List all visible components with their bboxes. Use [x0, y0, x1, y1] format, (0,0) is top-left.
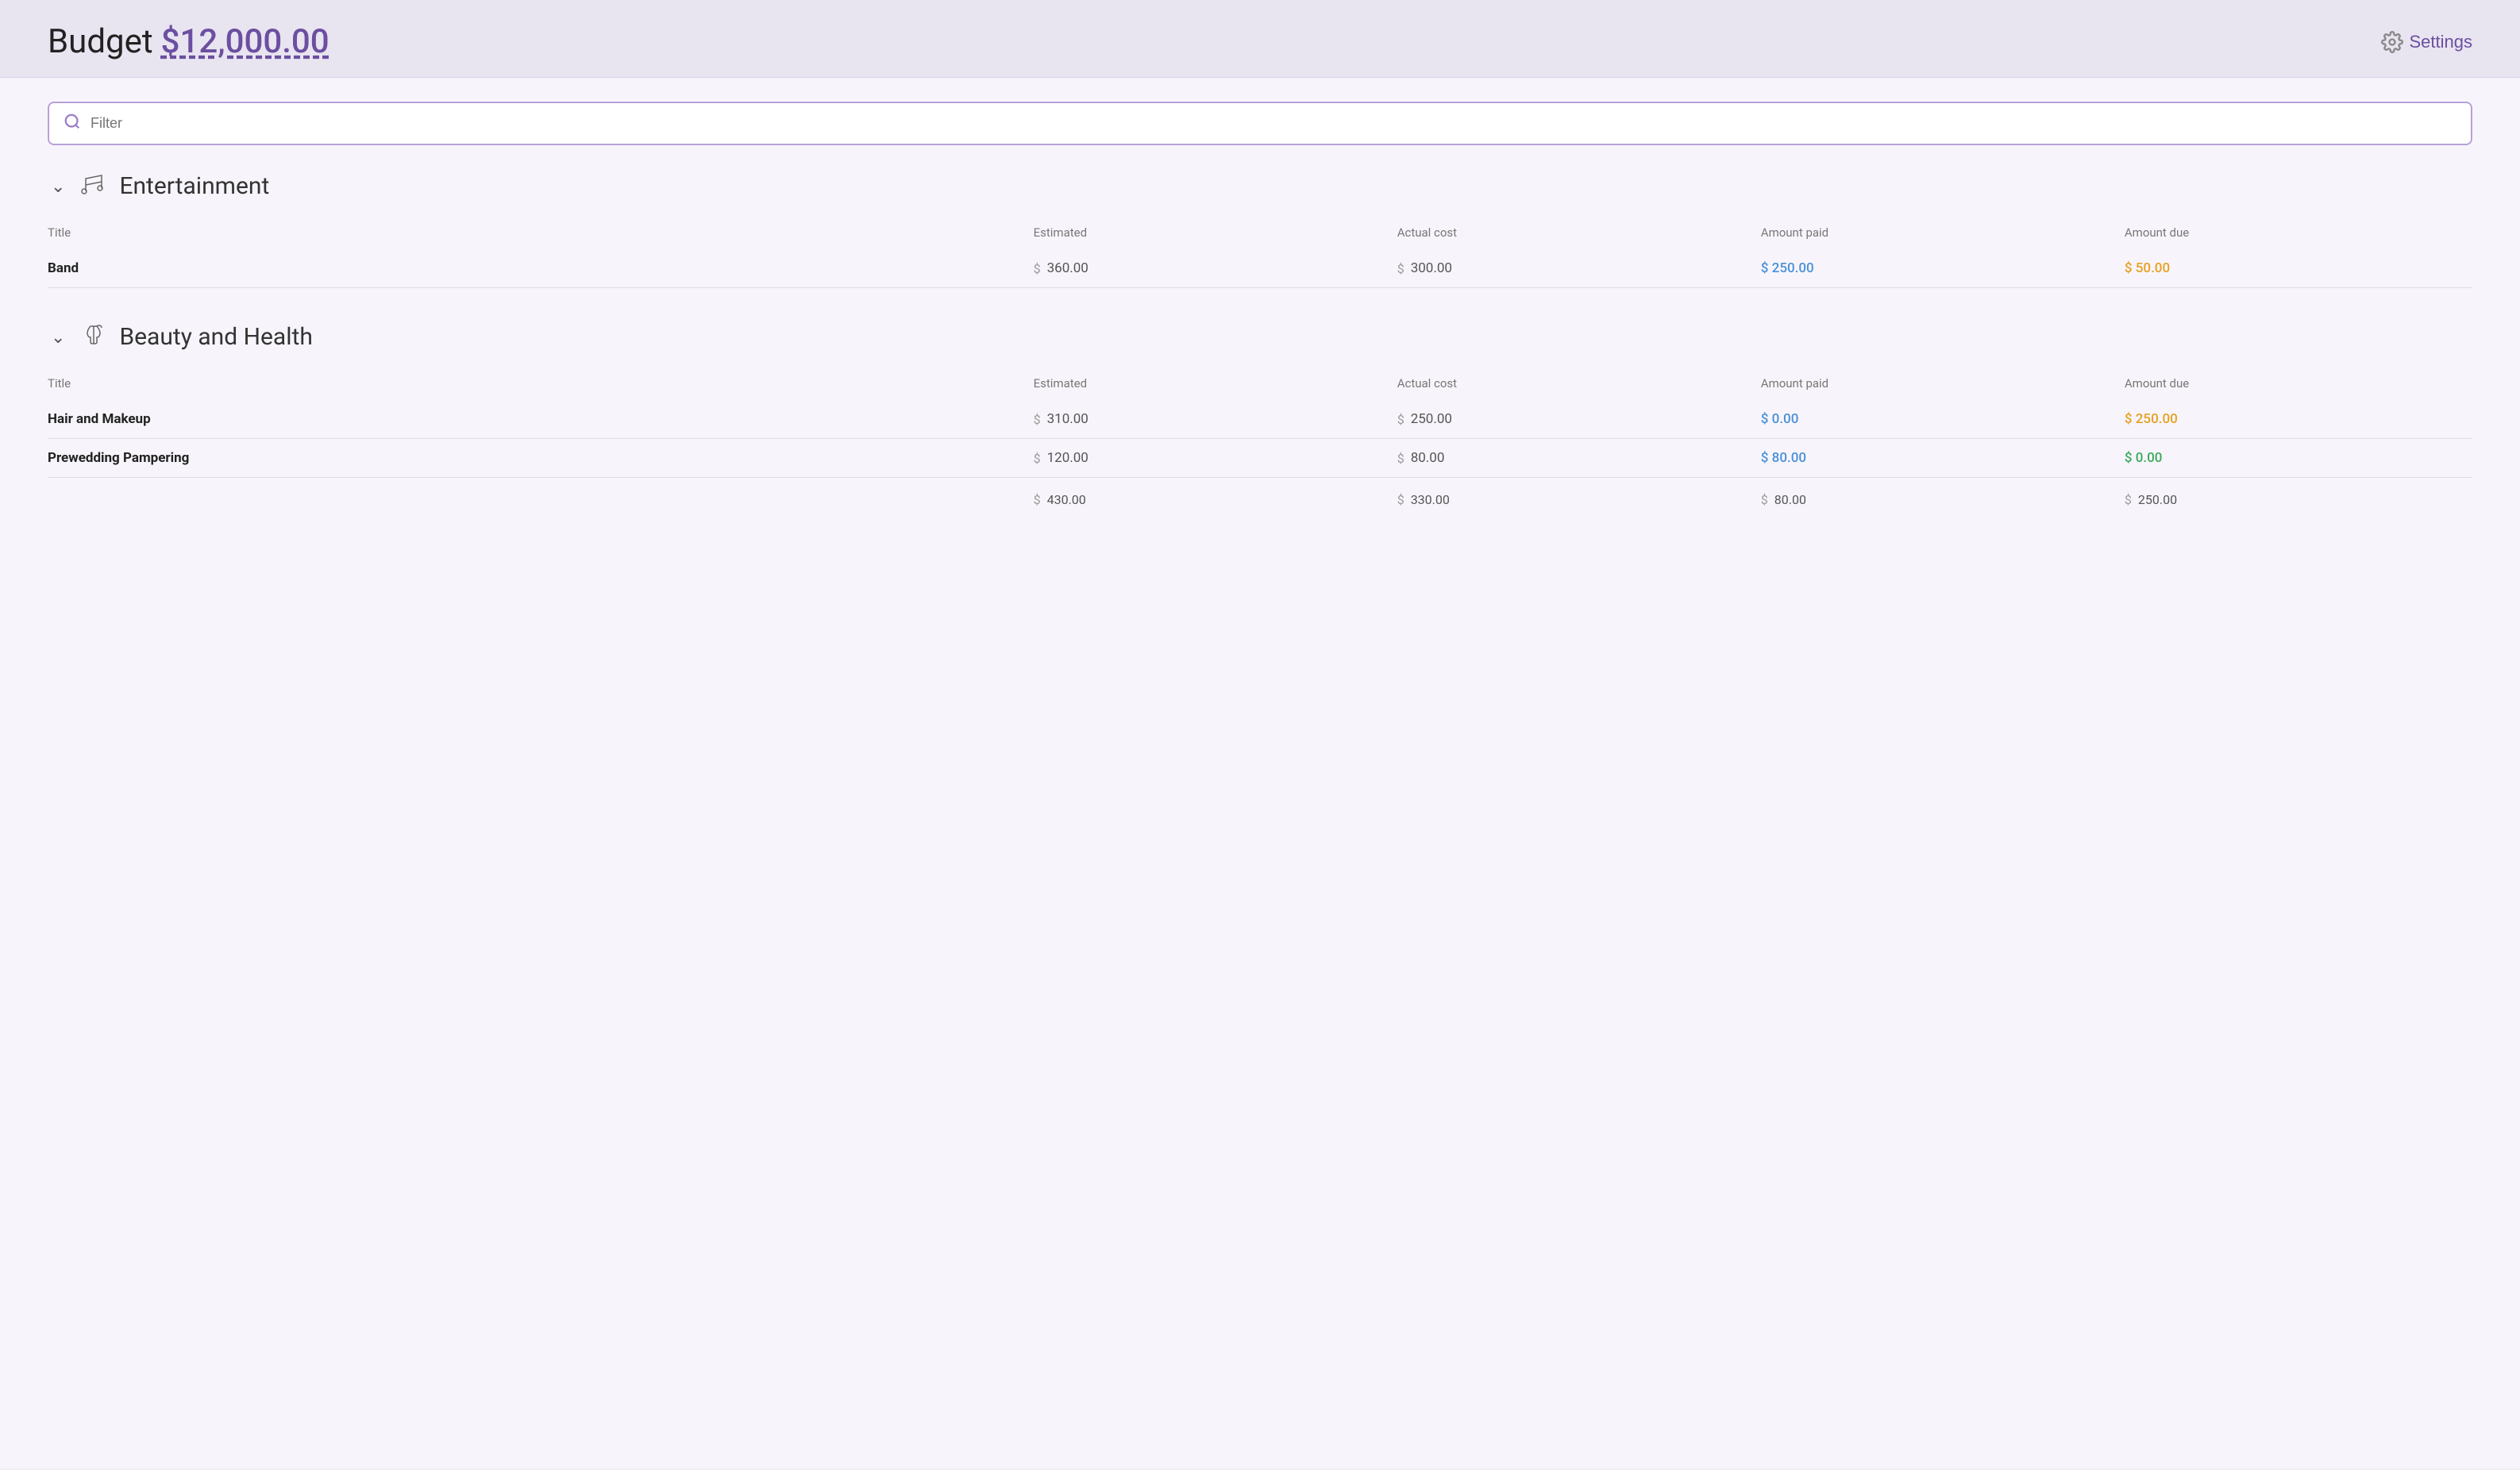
- filter-input[interactable]: [91, 115, 2456, 132]
- totals-row: $ 430.00 $ 330.00 $ 80.00 $ 250.00: [48, 478, 2472, 519]
- table-row: Prewedding Pampering $ 120.00 $ 80.00 $ …: [48, 439, 2472, 478]
- main-content: ⌄ Entertainment Title Estimated Actual c…: [0, 78, 2520, 1468]
- search-icon: [64, 113, 81, 134]
- table-header-row: Title Estimated Actual cost Amount paid …: [48, 219, 2472, 249]
- collapse-button[interactable]: ⌄: [48, 324, 68, 351]
- settings-button[interactable]: Settings: [2381, 31, 2473, 53]
- amount-paid-cell: $ 80.00: [1761, 450, 2109, 466]
- row-title: Hair and Makeup: [48, 411, 151, 427]
- table-row: Band $ 360.00 $ 300.00 $ 250.00: [48, 249, 2472, 288]
- col-header-due: Amount due: [2109, 370, 2472, 400]
- actual-cost-cell: $ 300.00: [1397, 260, 1745, 276]
- settings-label: Settings: [2410, 32, 2473, 52]
- section-icon-beauty-health: [79, 320, 108, 354]
- filter-container: [48, 102, 2472, 145]
- total-actual: $ 330.00: [1397, 492, 1745, 507]
- header-title: Budget $12,000.00: [48, 22, 329, 61]
- table-row: Hair and Makeup $ 310.00 $ 250.00 $ 0.00: [48, 400, 2472, 439]
- header: Budget $12,000.00 Settings: [0, 0, 2520, 78]
- budget-amount[interactable]: $12,000.00: [161, 22, 329, 61]
- budget-table: Title Estimated Actual cost Amount paid …: [48, 370, 2472, 518]
- gear-icon: [2381, 31, 2403, 53]
- amount-due-cell: $ 50.00: [2125, 260, 2472, 276]
- col-header-paid: Amount paid: [1745, 370, 2109, 400]
- section-icon-entertainment: [79, 169, 108, 203]
- amount-due-cell: $ 250.00: [2125, 411, 2472, 427]
- amount-paid-cell: $ 250.00: [1761, 260, 2109, 276]
- col-header-actual: Actual cost: [1381, 219, 1745, 249]
- col-header-estimated: Estimated: [1018, 219, 1381, 249]
- table-header-row: Title Estimated Actual cost Amount paid …: [48, 370, 2472, 400]
- section-title: Entertainment: [119, 172, 269, 200]
- section-header: ⌄ Beauty and Health: [48, 320, 2472, 354]
- row-title: Band: [48, 260, 79, 276]
- section-beauty-health: ⌄ Beauty and Health Title Estimated Actu…: [48, 320, 2472, 518]
- budget-table: Title Estimated Actual cost Amount paid …: [48, 219, 2472, 288]
- total-paid: $ 80.00: [1761, 492, 2109, 507]
- estimated-cell: $ 310.00: [1034, 411, 1381, 427]
- filter-input-wrapper: [48, 102, 2472, 145]
- total-estimated: $ 430.00: [1034, 492, 1381, 507]
- col-header-title: Title: [48, 370, 1018, 400]
- estimated-cell: $ 120.00: [1034, 450, 1381, 466]
- total-due: $ 250.00: [2125, 492, 2472, 507]
- col-header-paid: Amount paid: [1745, 219, 2109, 249]
- col-header-title: Title: [48, 219, 1018, 249]
- col-header-actual: Actual cost: [1381, 370, 1745, 400]
- section-title: Beauty and Health: [119, 323, 312, 351]
- amount-due-cell: $ 0.00: [2125, 450, 2472, 466]
- budget-label: Budget: [48, 22, 153, 61]
- col-header-due: Amount due: [2109, 219, 2472, 249]
- section-header: ⌄ Entertainment: [48, 169, 2472, 203]
- collapse-button[interactable]: ⌄: [48, 173, 68, 200]
- actual-cost-cell: $ 80.00: [1397, 450, 1745, 466]
- col-header-estimated: Estimated: [1018, 370, 1381, 400]
- row-title: Prewedding Pampering: [48, 450, 189, 466]
- estimated-cell: $ 360.00: [1034, 260, 1381, 276]
- actual-cost-cell: $ 250.00: [1397, 411, 1745, 427]
- amount-paid-cell: $ 0.00: [1761, 411, 2109, 427]
- sections-container: ⌄ Entertainment Title Estimated Actual c…: [48, 169, 2472, 518]
- section-entertainment: ⌄ Entertainment Title Estimated Actual c…: [48, 169, 2472, 288]
